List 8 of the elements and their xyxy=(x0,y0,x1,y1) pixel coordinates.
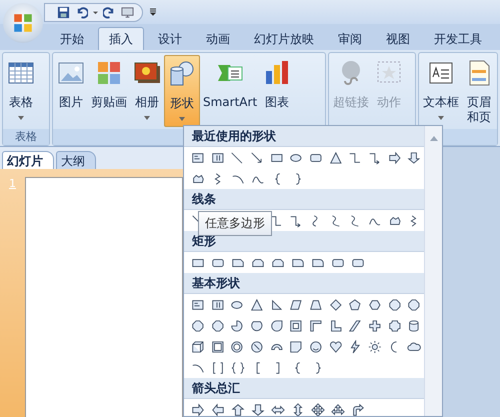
slide-number: 1 xyxy=(8,177,17,192)
section-heading: 箭头总汇 xyxy=(192,381,240,395)
tooltip: 任意多边形 xyxy=(198,211,272,236)
section-heading: 基本形状 xyxy=(192,276,240,290)
section-heading: 矩形 xyxy=(192,234,216,248)
section-heading: 最近使用的形状 xyxy=(192,129,276,143)
section-heading: 线条 xyxy=(192,192,216,206)
group-label: 表格 xyxy=(15,130,37,143)
